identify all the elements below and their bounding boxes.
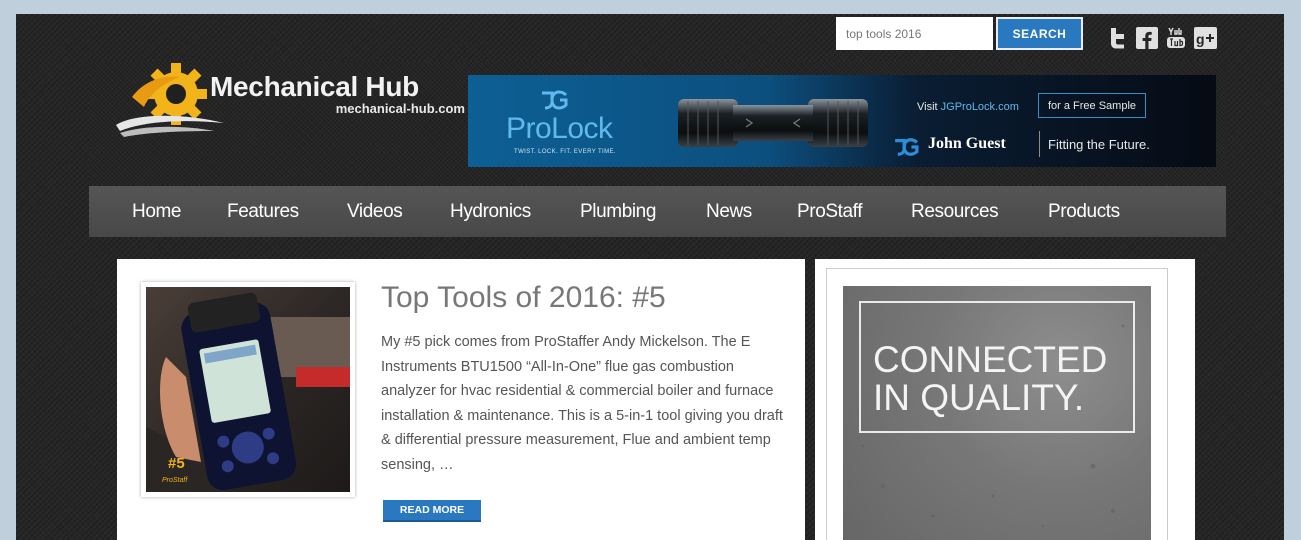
nav-item-news[interactable]: News: [706, 186, 752, 237]
banner-visit-link[interactable]: JGProLock.com: [941, 101, 1019, 113]
banner-tagline: TWIST. LOCK. FIT. EVERY TIME.: [514, 149, 616, 155]
search-input[interactable]: [836, 17, 993, 50]
banner-divider: [1039, 131, 1040, 157]
read-more-button[interactable]: READ MORE: [383, 500, 481, 522]
free-sample-button[interactable]: for a Free Sample: [1038, 93, 1146, 118]
ad-headline: CONNECTED IN QUALITY.: [873, 339, 1108, 418]
banner-product-name: ProLock: [506, 112, 613, 145]
nav-item-resources[interactable]: Resources: [911, 186, 999, 237]
nav-item-products[interactable]: Products: [1048, 186, 1120, 237]
analyzer-photo: #5 ProStaff: [146, 287, 350, 492]
site-title: Mechanical Hub: [210, 71, 419, 102]
nav-item-home[interactable]: Home: [132, 186, 181, 237]
article-title[interactable]: Top Tools of 2016: #5: [381, 281, 666, 315]
pipe-fitting-image: [678, 99, 868, 147]
john-guest-logo-icon: [895, 138, 919, 156]
site-url: mechanical-hub.com: [335, 101, 465, 116]
nav-item-prostaff[interactable]: ProStaff: [797, 186, 863, 237]
sidebar: CONNECTED IN QUALITY.: [815, 259, 1195, 540]
jg-brand-icon: [542, 90, 568, 110]
site-header: Mechanical Hub mechanical-hub.com ProLoc…: [89, 61, 1226, 185]
google-plus-icon[interactable]: g: [1194, 27, 1217, 49]
thumb-brand: ProStaff: [162, 477, 188, 484]
banner-slogan: Fitting the Future.: [1048, 137, 1150, 152]
nav-item-videos[interactable]: Videos: [347, 186, 403, 237]
featured-article: #5 ProStaff Top Tools of 2016: #5 My #5 …: [117, 259, 805, 540]
connected-quality-ad[interactable]: CONNECTED IN QUALITY.: [843, 286, 1151, 540]
site-wrapper: SEARCH g: [16, 14, 1284, 540]
nav-item-plumbing[interactable]: Plumbing: [580, 186, 656, 237]
main-navigation: Home Features Videos Hydronics Plumbing …: [89, 186, 1226, 237]
svg-text:g: g: [1196, 31, 1205, 47]
banner-company-name: John Guest: [928, 135, 1006, 152]
banner-visit-text: Visit JGProLock.com: [917, 101, 1019, 113]
prolock-ad-banner[interactable]: ProLock TWIST. LOCK. FIT. EVERY TIME. Vi…: [468, 75, 1216, 167]
nav-item-hydronics[interactable]: Hydronics: [450, 186, 531, 237]
twitter-icon[interactable]: [1108, 27, 1128, 49]
thumb-badge: #5: [168, 455, 185, 472]
social-links: g: [1108, 27, 1217, 49]
facebook-icon[interactable]: [1136, 27, 1158, 49]
article-excerpt: My #5 pick comes from ProStaffer Andy Mi…: [381, 334, 783, 473]
youtube-icon[interactable]: [1166, 27, 1186, 49]
search-button[interactable]: SEARCH: [996, 17, 1083, 50]
article-thumbnail[interactable]: #5 ProStaff: [141, 282, 355, 497]
nav-item-features[interactable]: Features: [227, 186, 299, 237]
site-logo[interactable]: Mechanical Hub mechanical-hub.com: [114, 61, 465, 141]
